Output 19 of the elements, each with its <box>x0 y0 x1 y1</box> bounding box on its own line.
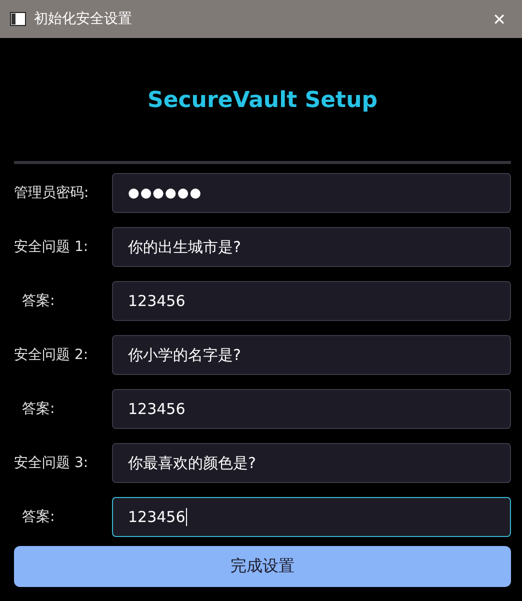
field-label: 答案: <box>21 508 56 526</box>
window-icon <box>10 12 26 26</box>
input-field[interactable]: 你小学的名字是? <box>112 335 511 375</box>
input-field[interactable]: 123456 <box>112 389 511 429</box>
app-heading: SecureVault Setup <box>146 88 378 115</box>
close-button[interactable]: ✕ <box>486 6 512 32</box>
field-label: 安全问题 3: <box>14 454 90 472</box>
field-label: 管理员密码: <box>14 184 90 202</box>
finish-setup-button[interactable]: 完成设置 <box>14 546 511 587</box>
field-label: 答案: <box>21 400 56 418</box>
input-field[interactable]: 你的出生城市是? <box>112 227 511 267</box>
field-label: 安全问题 1: <box>14 238 90 256</box>
field-label: 安全问题 2: <box>14 346 90 364</box>
input-field[interactable]: ●●●●●● <box>112 173 511 213</box>
input-field[interactable]: 你最喜欢的颜色是? <box>112 443 511 483</box>
window-title: 初始化安全设置 <box>34 10 133 28</box>
input-field[interactable]: 123456 <box>112 281 511 321</box>
input-field[interactable]: 123456 <box>112 497 511 537</box>
field-label: 答案: <box>21 292 56 310</box>
